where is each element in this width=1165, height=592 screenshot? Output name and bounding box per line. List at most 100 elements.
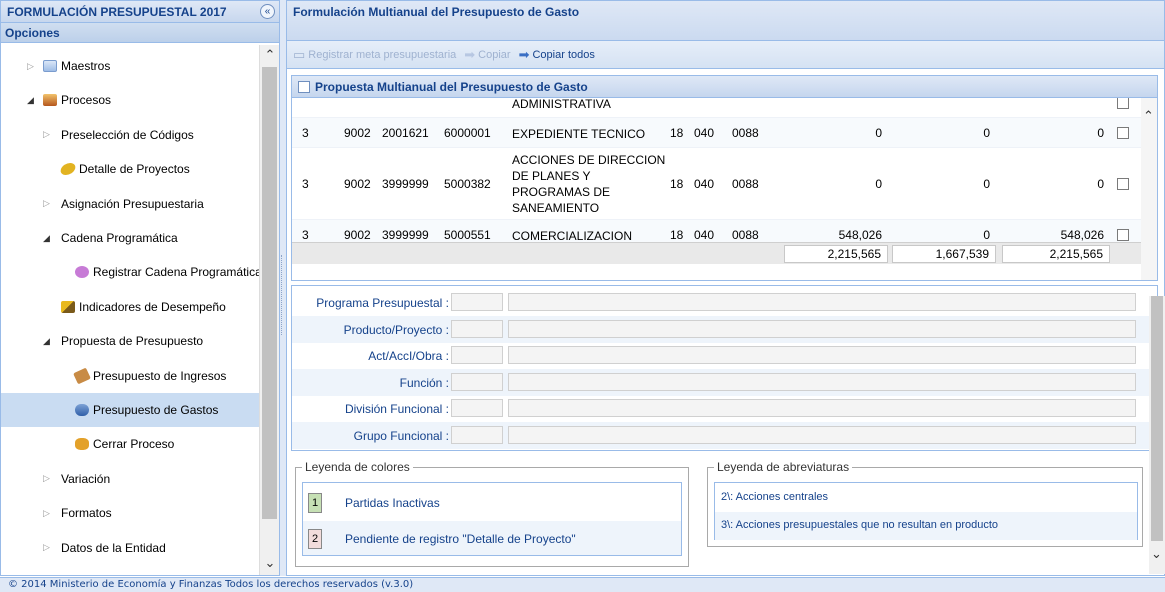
description-field[interactable] bbox=[508, 346, 1136, 364]
users-icon bbox=[75, 266, 89, 279]
tree-node[interactable]: ▷ Asignación Presupuestaria bbox=[1, 187, 259, 221]
expanded-arrow-icon[interactable]: ◢ bbox=[43, 336, 50, 347]
scroll-down-icon[interactable]: ⌄ bbox=[1151, 546, 1162, 562]
main-panel-title: Formulación Multianual del Presupuesto d… bbox=[293, 5, 580, 19]
table-row[interactable]: ADMINISTRATIVA bbox=[292, 98, 1142, 118]
row-checkbox[interactable] bbox=[1117, 229, 1129, 241]
row-checkbox[interactable] bbox=[1117, 178, 1129, 190]
collapse-panel-button[interactable]: « bbox=[260, 4, 275, 19]
tree-node[interactable]: ▷ Maestros bbox=[1, 49, 259, 83]
sec-cell: 3 bbox=[302, 177, 309, 191]
funcion-cell: 18 bbox=[670, 126, 684, 140]
copiar-todos-button[interactable]: ➡ Copiar todos bbox=[519, 47, 595, 63]
grid-icon bbox=[298, 80, 310, 93]
main-scrollbar[interactable]: ⌄ bbox=[1149, 296, 1165, 574]
description-line: PROGRAMAS DE bbox=[512, 185, 611, 199]
grid-title: Propuesta Multianual del Presupuesto de … bbox=[315, 79, 588, 94]
left-panel-title: FORMULACIÓN PRESUPUESTAL 2017 bbox=[7, 4, 227, 19]
description-field[interactable] bbox=[508, 399, 1136, 417]
grupo-cell: 0088 bbox=[732, 177, 759, 191]
tree-scrollbar[interactable]: ⌃ ⌄ bbox=[259, 45, 279, 575]
abbreviation-label: 3\: Acciones presupuestales que no resul… bbox=[721, 519, 999, 531]
amount-cell: 548,026 bbox=[838, 228, 882, 242]
expanded-arrow-icon[interactable]: ◢ bbox=[27, 95, 34, 106]
tree-node[interactable]: Cerrar Proceso bbox=[1, 427, 259, 461]
code-field[interactable] bbox=[451, 293, 503, 311]
detail-form: Programa Presupuestal : Producto/Proyecto… bbox=[291, 285, 1158, 451]
total-year-3: 2,215,565 bbox=[1002, 245, 1110, 263]
description-field[interactable] bbox=[508, 425, 1136, 444]
form-label: Grupo Funcional : bbox=[353, 428, 449, 443]
total-year-1: 2,215,565 bbox=[784, 245, 888, 263]
collapsed-arrow-icon[interactable]: ▷ bbox=[43, 473, 50, 484]
tree-node-label: Cerrar Proceso bbox=[93, 437, 175, 452]
description-field[interactable] bbox=[508, 372, 1136, 391]
collapsed-arrow-icon[interactable]: ▷ bbox=[43, 508, 50, 519]
code-field[interactable] bbox=[451, 372, 503, 391]
division-cell: 040 bbox=[694, 228, 715, 242]
color-legend: Leyenda de colores 1 Partidas Inactivas 2 P… bbox=[295, 460, 689, 567]
color-swatch: 2 bbox=[308, 529, 322, 549]
tree-node[interactable]: ◢ Propuesta de Presupuesto bbox=[1, 324, 259, 358]
tree-node-label: Propuesta de Presupuesto bbox=[61, 334, 204, 349]
tree-node[interactable]: ▷ Preselección de Códigos bbox=[1, 118, 259, 152]
footer: © 2014 Ministerio de Economía y Finanzas… bbox=[0, 577, 1165, 592]
tree-node-label: Indicadores de Desempeño bbox=[79, 299, 226, 314]
tree-node[interactable]: ▷ Variación bbox=[1, 462, 259, 496]
description-field[interactable] bbox=[508, 319, 1136, 338]
collapsed-arrow-icon[interactable]: ▷ bbox=[43, 542, 50, 553]
copiar-button[interactable]: ➡ Copiar bbox=[464, 47, 510, 63]
division-cell: 040 bbox=[694, 126, 715, 140]
toolbar: ▭ Registrar meta presupuestaria ➡ Copiar… bbox=[287, 41, 1164, 69]
scroll-up-icon[interactable]: ⌃ bbox=[1143, 108, 1154, 124]
grid-scrollbar[interactable]: ⌃ bbox=[1141, 98, 1157, 280]
description-field[interactable] bbox=[508, 293, 1136, 311]
coin-icon bbox=[58, 163, 78, 176]
tree-node[interactable]: Presupuesto de Gastos bbox=[1, 393, 259, 427]
func-cell: 9002 bbox=[344, 228, 371, 242]
folder-icon bbox=[43, 60, 57, 72]
tree-node[interactable]: ◢ Cadena Programática bbox=[1, 221, 259, 255]
table-row[interactable]: 3 9002 2001621 6000001 18 040 0088 EXPEDIENTE T… bbox=[292, 118, 1142, 148]
registrar-meta-button[interactable]: ▭ Registrar meta presupuestaria bbox=[293, 47, 456, 63]
funcion-cell: 18 bbox=[670, 228, 684, 242]
left-panel-header: FORMULACIÓN PRESUPUESTAL 2017 bbox=[1, 1, 279, 23]
tree-node[interactable]: Presupuesto de Ingresos bbox=[1, 359, 259, 393]
color-legend-label: Partidas Inactivas bbox=[345, 496, 440, 510]
tree-node[interactable]: ▷ Datos de la Entidad bbox=[1, 531, 259, 565]
description-line: SANEAMIENTO bbox=[512, 201, 600, 215]
code-field[interactable] bbox=[451, 319, 503, 338]
scroll-thumb[interactable] bbox=[1151, 296, 1163, 541]
table-row[interactable]: 3 9002 3999999 5000382 18 040 0088 ACCIONES DE … bbox=[292, 148, 1142, 220]
collapsed-arrow-icon[interactable]: ▷ bbox=[27, 61, 34, 72]
prog-cell: 3999999 bbox=[382, 228, 429, 242]
row-checkbox[interactable] bbox=[1117, 98, 1129, 109]
description-cell: ADMINISTRATIVA bbox=[512, 98, 611, 112]
code-field[interactable] bbox=[451, 399, 503, 417]
collapsed-arrow-icon[interactable]: ▷ bbox=[43, 129, 50, 140]
tree-node-label: Maestros bbox=[61, 59, 111, 73]
tree-node[interactable]: ▷ Formatos bbox=[1, 496, 259, 530]
scroll-down-icon[interactable]: ⌄ bbox=[263, 555, 277, 571]
form-row: Act/AccI/Obra : bbox=[292, 342, 1157, 369]
tree-node[interactable]: Indicadores de Desempeño bbox=[1, 290, 259, 324]
expanded-arrow-icon[interactable]: ◢ bbox=[43, 233, 50, 244]
tree-node-label: Procesos bbox=[61, 93, 112, 108]
description-line: ACCIONES DE DIRECCION bbox=[512, 153, 666, 167]
total-year-2: 1,667,539 bbox=[892, 245, 996, 263]
collapsed-arrow-icon[interactable]: ▷ bbox=[43, 198, 50, 209]
scroll-thumb[interactable] bbox=[262, 67, 277, 519]
scroll-up-icon[interactable]: ⌃ bbox=[263, 47, 277, 63]
row-checkbox[interactable] bbox=[1117, 127, 1129, 139]
arrow-right-icon: ➡ bbox=[518, 46, 530, 62]
tree-node[interactable]: ◢ Procesos bbox=[1, 83, 259, 117]
tree-node[interactable]: Registrar Cadena Programática y bbox=[1, 255, 259, 289]
code-field[interactable] bbox=[451, 425, 503, 444]
code-field[interactable] bbox=[451, 346, 503, 364]
tree-node-label: Preselección de Códigos bbox=[61, 127, 194, 142]
sec-cell: 3 bbox=[302, 126, 309, 140]
grid-title-bar: Propuesta Multianual del Presupuesto de … bbox=[292, 76, 1157, 98]
abbreviation-legend-title: Leyenda de abreviaturas bbox=[714, 460, 853, 474]
tree-node[interactable]: Detalle de Proyectos bbox=[1, 152, 259, 186]
form-row: Programa Presupuestal : bbox=[292, 289, 1157, 316]
